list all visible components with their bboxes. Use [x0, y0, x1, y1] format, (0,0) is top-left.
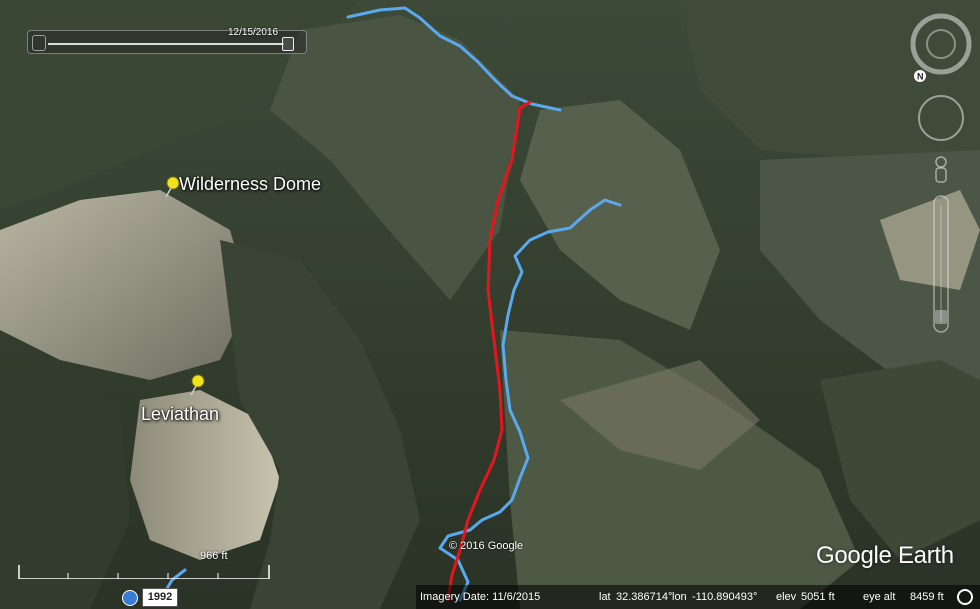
lon-value: -110.890493°: [692, 591, 758, 603]
placemark-label-wilderness-dome[interactable]: Wilderness Dome: [179, 174, 321, 195]
terrain-imagery[interactable]: [0, 0, 980, 609]
time-slider-track[interactable]: [48, 43, 284, 45]
time-slider-back-button[interactable]: [32, 35, 46, 51]
status-bar: Imagery Date: 11/6/2015 lat 32.386714° l…: [416, 585, 980, 609]
elev-label: elev: [776, 591, 797, 603]
brand-logo: Google Earth: [816, 542, 954, 569]
compass-north-label: N: [917, 72, 924, 82]
eye-alt-label: eye alt: [863, 591, 896, 603]
pegman-icon[interactable]: [935, 156, 947, 183]
eye-alt-value: 8459 ft: [910, 591, 944, 603]
status-indicator-icon: [957, 589, 973, 605]
clock-icon[interactable]: [122, 590, 138, 606]
time-slider-handle[interactable]: [282, 37, 294, 51]
time-slider-date: 12/15/2016: [228, 27, 279, 38]
lon-label: lon: [672, 591, 687, 603]
navigation-controls[interactable]: N: [908, 10, 974, 340]
imagery-date: Imagery Date: 11/6/2015: [420, 591, 541, 603]
scale-bar-label: 966 ft: [200, 550, 228, 562]
lat-value: 32.386714°: [616, 591, 673, 603]
placemark-label-leviathan[interactable]: Leviathan: [141, 404, 219, 425]
pushpin-icon[interactable]: [188, 374, 206, 396]
compass-ring-icon[interactable]: N: [910, 13, 972, 82]
move-joystick-icon[interactable]: [918, 95, 964, 141]
lat-label: lat: [599, 591, 611, 603]
scale-bar: [18, 565, 270, 579]
elev-value: 5051 ft: [801, 591, 835, 603]
zoom-slider-icon[interactable]: [933, 195, 949, 333]
historical-imagery-year[interactable]: 1992: [142, 588, 178, 607]
copyright-text: © 2016 Google: [449, 540, 524, 552]
